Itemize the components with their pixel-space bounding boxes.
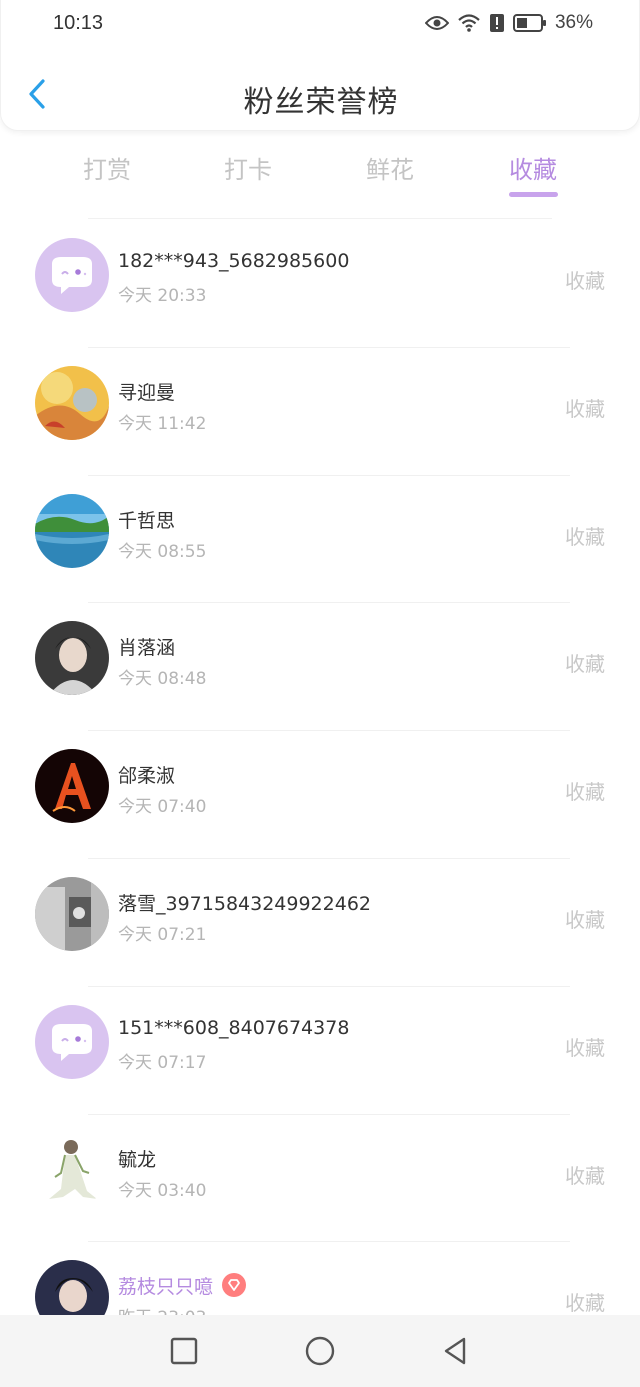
action-label: 收藏 (565, 780, 605, 805)
fan-name: 151***608_8407674378 (118, 1016, 350, 1039)
list-item[interactable]: 182***943_5682985600 今天 20:33 收藏 (0, 220, 640, 348)
alert-icon (489, 13, 505, 33)
list-item[interactable]: 荔枝只只噫 昨天 23:03 收藏 (0, 1242, 640, 1315)
tab-flowers[interactable]: 鲜花 (340, 150, 440, 185)
action-label: 收藏 (565, 1291, 605, 1315)
avatar (35, 1132, 109, 1207)
fan-time: 今天 11:42 (118, 413, 207, 434)
action-label: 收藏 (565, 396, 605, 421)
status-bar: 10:13 36% (1, 0, 640, 50)
avatar (35, 1004, 109, 1079)
system-nav-bar (0, 1315, 640, 1387)
list-item[interactable]: 151***608_8407674378 今天 07:17 收藏 (0, 987, 640, 1115)
fan-name: 182***943_5682985600 (118, 250, 350, 272)
action-label: 收藏 (565, 907, 605, 932)
fan-time: 今天 20:33 (118, 286, 207, 306)
action-label: 收藏 (565, 524, 605, 549)
wifi-icon (457, 13, 481, 33)
battery-icon (512, 14, 547, 32)
fan-list: 182***943_5682985600 今天 20:33 收藏 寻迎曼 今天 … (0, 220, 640, 1315)
fan-name: 郃柔淑 (118, 765, 176, 788)
action-label: 收藏 (565, 1035, 605, 1060)
action-label: 收藏 (565, 269, 605, 293)
status-time: 10:13 (53, 12, 104, 34)
header-card: 10:13 36% 粉丝荣誉榜 (0, 0, 640, 131)
fan-name: 荔枝只只噫 (118, 1272, 247, 1303)
fan-time: 今天 07:40 (118, 797, 207, 818)
fan-time: 今天 08:48 (118, 669, 207, 690)
list-item[interactable]: 寻迎曼 今天 11:42 收藏 (0, 348, 640, 476)
avatar (35, 876, 109, 951)
list-item[interactable]: 毓龙 今天 03:40 收藏 (0, 1115, 640, 1243)
status-icons: 36% (424, 12, 593, 34)
avatar (35, 1260, 109, 1315)
action-label: 收藏 (565, 652, 605, 677)
fan-name: 毓龙 (118, 1148, 157, 1171)
fan-name: 寻迎曼 (118, 381, 176, 404)
fan-name: 肖落涵 (118, 637, 176, 660)
fan-time: 今天 03:40 (118, 1180, 207, 1201)
tab-divider (88, 218, 552, 219)
diamond-badge-icon (221, 1272, 247, 1303)
avatar (35, 749, 109, 824)
fan-name: 落雪_39715843249922462 (118, 892, 372, 915)
list-item[interactable]: 千哲思 今天 08:55 收藏 (0, 476, 640, 604)
circle-home-icon[interactable] (304, 1335, 336, 1367)
list-item[interactable]: 郃柔淑 今天 07:40 收藏 (0, 731, 640, 859)
fan-time: 今天 07:17 (118, 1052, 207, 1073)
fan-name: 千哲思 (118, 509, 176, 532)
avatar (35, 238, 109, 312)
fan-name-text: 荔枝只只噫 (118, 1276, 214, 1299)
avatar (35, 621, 109, 696)
action-label: 收藏 (565, 1163, 605, 1188)
list-item[interactable]: 肖落涵 今天 08:48 收藏 (0, 603, 640, 732)
fan-time: 今天 07:21 (118, 924, 207, 945)
battery-percent: 36% (554, 12, 593, 33)
active-tab-indicator (509, 192, 558, 197)
eye-icon (424, 15, 449, 31)
tab-reward[interactable]: 打赏 (57, 150, 157, 185)
page-title: 粉丝荣誉榜 (243, 85, 399, 120)
triangle-back-icon[interactable] (440, 1335, 472, 1367)
fan-time: 今天 08:55 (118, 541, 207, 562)
tab-checkin[interactable]: 打卡 (198, 150, 298, 185)
square-recents-icon[interactable] (168, 1335, 200, 1367)
fan-time: 昨天 23:03 (118, 1303, 206, 1315)
list-item[interactable]: 落雪_39715843249922462 今天 07:21 收藏 (0, 859, 640, 987)
tab-bar: 打赏 打卡 鲜花 收藏 (0, 140, 640, 220)
avatar (35, 365, 109, 440)
nav-bar: 粉丝荣誉榜 (1, 60, 640, 130)
avatar (35, 493, 109, 568)
tab-favorites[interactable]: 收藏 (483, 150, 583, 185)
